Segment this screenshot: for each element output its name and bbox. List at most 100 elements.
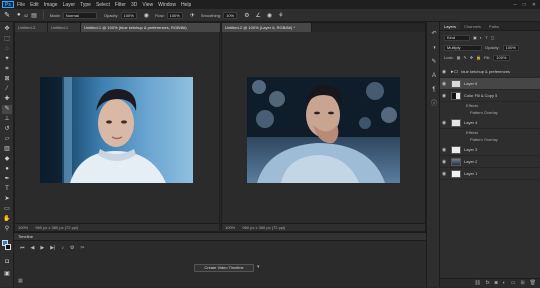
marquee-tool-icon[interactable]: ⬚ [2, 35, 12, 44]
menu-view[interactable]: View [142, 2, 153, 8]
menu-3d[interactable]: 3D [131, 2, 137, 8]
symmetry-icon[interactable]: ⚘ [278, 12, 283, 19]
layer-opacity-field[interactable]: 100% [502, 44, 519, 51]
menu-image[interactable]: Image [44, 2, 58, 8]
lock-paint-icon[interactable]: ✎ [463, 55, 466, 60]
brush-tool-icon[interactable]: ✎ [2, 105, 12, 114]
eyedropper-tool-icon[interactable]: ⁄ [2, 85, 12, 94]
play-icon[interactable]: ▶ [40, 245, 44, 251]
menu-type[interactable]: Type [80, 2, 91, 8]
brush-tool-icon[interactable]: ✎ [2, 11, 12, 20]
timeline-dropdown-icon[interactable]: ▾ [257, 264, 260, 270]
screen-mode-icon[interactable]: ▣ [2, 270, 12, 279]
new-group-icon[interactable]: ▭ [511, 279, 516, 287]
zoom-level-left[interactable]: 100% [18, 225, 28, 230]
layer-row-layer-3[interactable]: ◉ Layer 3 [440, 144, 540, 156]
new-layer-icon[interactable]: ⊞ [520, 279, 524, 287]
history-icon[interactable]: ↶ [430, 30, 438, 38]
prev-frame-icon[interactable]: ◀ [31, 245, 35, 251]
menu-edit[interactable]: Edit [30, 2, 39, 8]
menu-layer[interactable]: Layer [63, 2, 76, 8]
canvas-area-right[interactable] [222, 32, 425, 223]
eraser-tool-icon[interactable]: ▱ [2, 135, 12, 144]
layer-row-layer-1[interactable]: ◉ Layer 1 [440, 168, 540, 180]
create-video-timeline-button[interactable]: Create Video Timeline [194, 264, 254, 272]
filter-pixel-icon[interactable]: ▣ [473, 35, 477, 40]
menu-help[interactable]: Help [181, 2, 191, 8]
path-select-tool-icon[interactable]: ➤ [2, 195, 12, 204]
filter-shape-icon[interactable]: ▢ [491, 35, 495, 40]
dodge-tool-icon[interactable]: ● [2, 165, 12, 174]
airbrush-icon[interactable]: ✈ [190, 12, 195, 19]
tab-layers[interactable]: Layers [440, 22, 461, 30]
layer-fill-field[interactable]: 100% [493, 54, 510, 61]
smoothing-field[interactable]: 10% [223, 11, 238, 19]
tab-paths[interactable]: Paths [485, 22, 503, 30]
visibility-eye-icon[interactable]: ◉ [440, 81, 448, 87]
tab-untitled-1[interactable]: Untitled-1 [48, 23, 81, 32]
layer-row-color-fill[interactable]: ◉ Color Fill & Copy 5 [440, 90, 540, 102]
paragraph-icon[interactable]: ¶ [430, 86, 438, 94]
pressure-size-icon[interactable]: ◉ [267, 12, 272, 19]
pressure-opacity-icon[interactable]: ◉ [144, 12, 149, 19]
lasso-tool-icon[interactable]: ◌ [2, 45, 12, 54]
blend-mode-select[interactable]: Multiply [444, 44, 482, 51]
visibility-eye-icon[interactable]: ◉ [440, 120, 448, 126]
frame-tool-icon[interactable]: ⊠ [2, 75, 12, 84]
tab-channels[interactable]: Channels [460, 22, 485, 30]
settings-icon[interactable]: ⚙ [70, 245, 74, 251]
quick-select-tool-icon[interactable]: ✦ [2, 55, 12, 64]
canvas-area-left[interactable] [15, 32, 219, 223]
grid-icon[interactable]: ▦ [18, 278, 23, 284]
minimize-icon[interactable]: ─ [513, 2, 517, 8]
quick-mask-icon[interactable]: ◘ [2, 258, 12, 267]
close-icon[interactable]: ✕ [532, 2, 536, 8]
crop-tool-icon[interactable]: ⌗ [2, 65, 12, 74]
audio-icon[interactable]: ♪ [61, 245, 64, 251]
blur-tool-icon[interactable]: ◆ [2, 155, 12, 164]
visibility-eye-icon[interactable]: ◉ [440, 171, 448, 177]
stamp-tool-icon[interactable]: ⊥ [2, 115, 12, 124]
angle-icon[interactable]: ∠ [256, 12, 261, 19]
timeline-title[interactable]: Timeline [14, 233, 438, 241]
kind-filter-select[interactable]: Kind [444, 34, 470, 41]
shape-tool-icon[interactable]: ▭ [2, 205, 12, 214]
split-icon[interactable]: ✂ [80, 245, 84, 251]
hand-tool-icon[interactable]: ✋ [2, 215, 12, 224]
filter-type-icon[interactable]: T [485, 35, 487, 40]
first-frame-icon[interactable]: ⏮ [20, 245, 25, 251]
layer-row-layer-4[interactable]: ◉ Layer 4 [440, 117, 540, 129]
menu-window[interactable]: Window [158, 2, 176, 8]
filter-adjust-icon[interactable]: ◐ [480, 35, 482, 40]
adjustment-layer-icon[interactable]: ◐ [503, 279, 506, 287]
brush-settings-icon[interactable]: ▤ [31, 12, 37, 19]
fx-icon[interactable]: fx [486, 279, 490, 287]
add-mask-icon[interactable]: ◙ [495, 279, 498, 287]
mode-select[interactable]: Normal [62, 11, 97, 19]
smoothing-gear-icon[interactable]: ⚙ [244, 12, 249, 19]
pattern-overlay-effect[interactable]: Pattern Overlay [470, 136, 498, 143]
visibility-eye-icon[interactable]: ◉ [440, 93, 448, 99]
brush-preset-icon[interactable]: ● [17, 12, 21, 18]
visibility-eye-icon[interactable]: ◉ [440, 159, 448, 165]
opacity-field[interactable]: 100% [120, 11, 137, 19]
link-layers-icon[interactable]: ⛓ [474, 279, 480, 287]
maximize-icon[interactable]: □ [523, 2, 526, 8]
healing-tool-icon[interactable]: ✚ [2, 95, 12, 104]
tab-untitled-2-active[interactable]: Untitled-2 @ 100% (Layer 6, RGB/8#) * [222, 23, 312, 32]
layer-row-layer-2[interactable]: ◉ Layer 2 [440, 156, 540, 168]
pen-tool-icon[interactable]: ✒ [2, 175, 12, 184]
layer-row-group[interactable]: ◉ ▸▭ blue ketchup & preferences [440, 66, 540, 78]
brush-panel-icon[interactable]: ✎ [430, 58, 438, 66]
menu-file[interactable]: File [17, 2, 25, 8]
adjust-icon[interactable]: ◑ [430, 44, 438, 52]
move-tool-icon[interactable]: ✥ [2, 25, 12, 34]
type-tool-icon[interactable]: T [2, 185, 12, 194]
next-frame-icon[interactable]: ▶| [50, 245, 55, 251]
layer-row-layer-6[interactable]: ◉ Layer 6 [440, 78, 540, 90]
history-brush-tool-icon[interactable]: ↺ [2, 125, 12, 134]
lock-all-icon[interactable]: 🔒 [476, 55, 481, 60]
flow-field[interactable]: 100% [166, 11, 183, 19]
visibility-eye-icon[interactable]: ◉ [440, 69, 448, 75]
background-color-swatch[interactable] [5, 244, 11, 250]
